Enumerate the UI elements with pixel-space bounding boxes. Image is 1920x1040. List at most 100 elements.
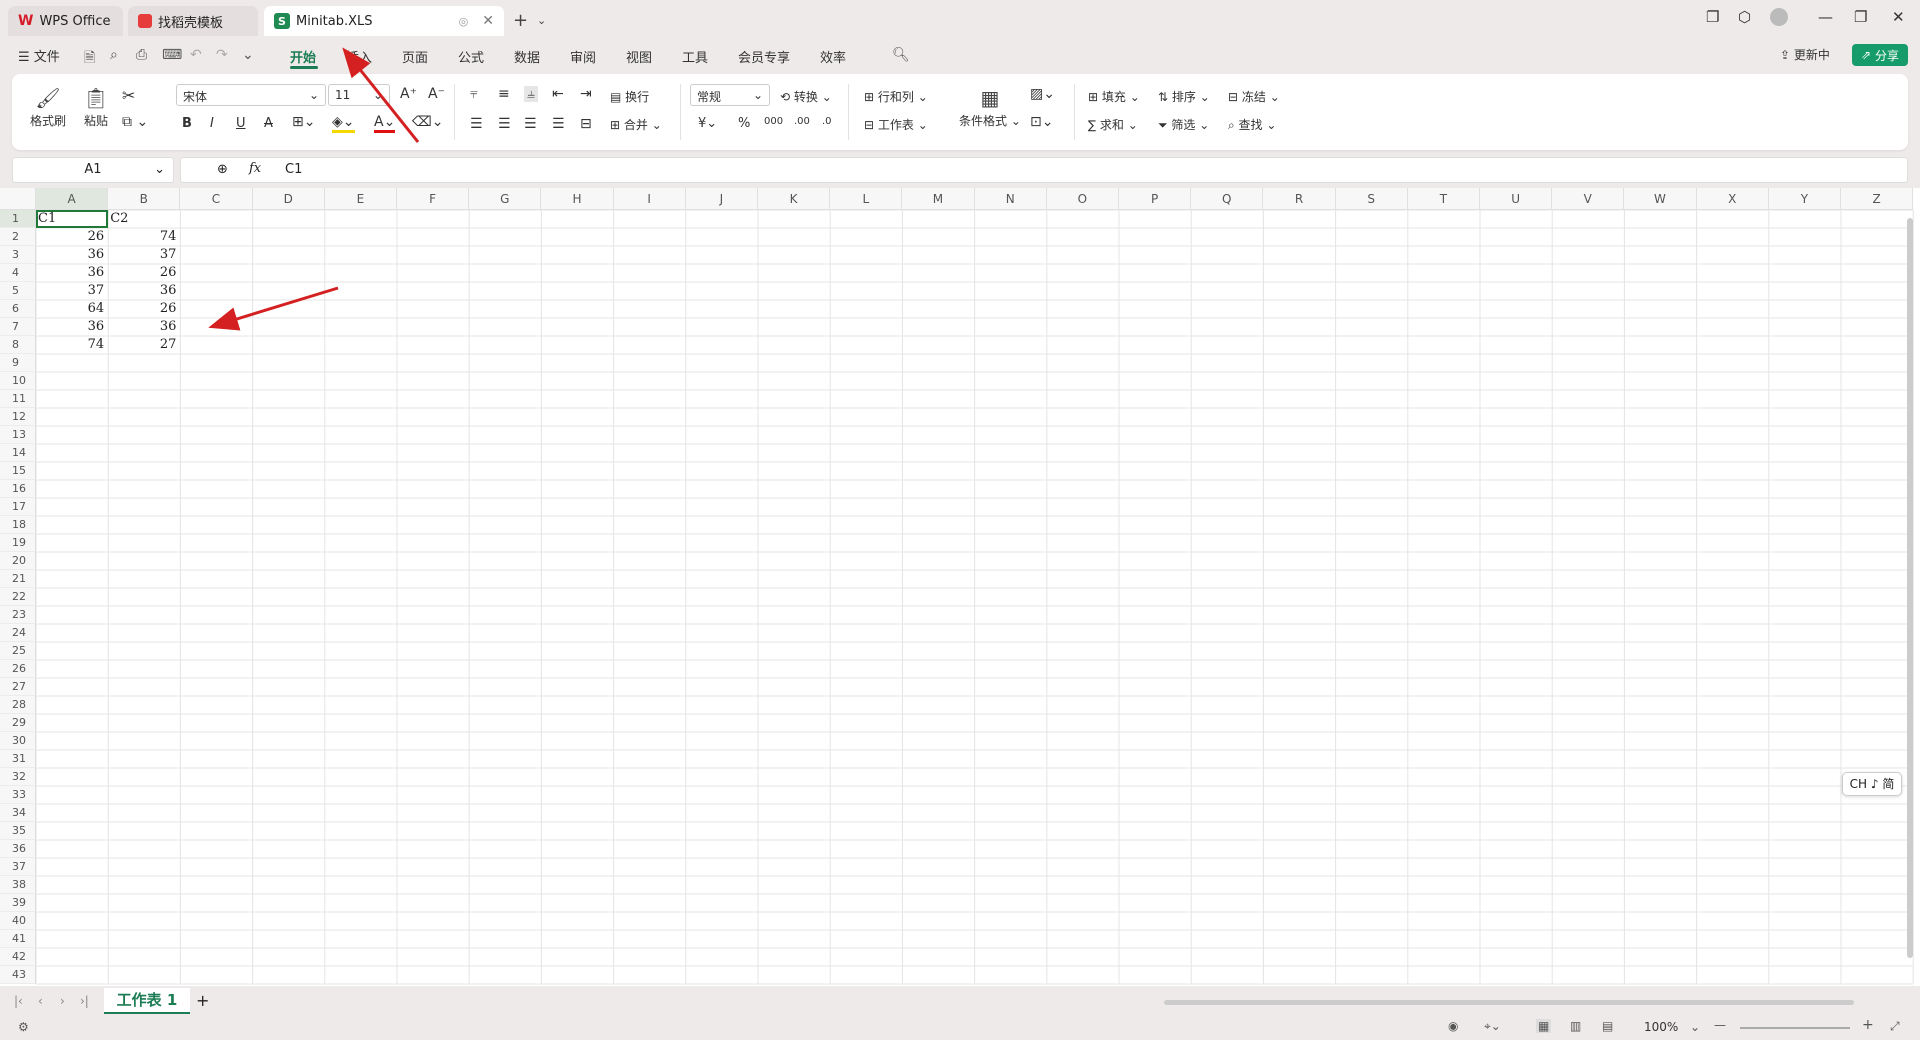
cell-A5[interactable]: 37: [38, 282, 105, 300]
distribute-icon[interactable]: ⊟: [580, 116, 592, 132]
row-header-19[interactable]: 19: [0, 534, 36, 552]
cell-B7[interactable]: 36: [110, 318, 177, 336]
align-bottom-icon[interactable]: ⫨: [524, 86, 538, 102]
ime-indicator[interactable]: CH ♪ 简: [1842, 772, 1902, 796]
formula-input[interactable]: ⊕ fx C1: [180, 157, 1908, 183]
clear-format-icon[interactable]: ⌫⌄: [412, 114, 444, 130]
row-header-1[interactable]: 1: [0, 210, 36, 228]
conditional-format-button[interactable]: ▦ 条件格式 ⌄: [958, 86, 1022, 129]
cell-A7[interactable]: 36: [38, 318, 105, 336]
row-header-7[interactable]: 7: [0, 318, 36, 336]
currency-icon[interactable]: ¥⌄: [698, 116, 717, 131]
menu-home[interactable]: 开始: [290, 47, 316, 66]
avatar[interactable]: [1770, 8, 1788, 26]
locate-icon[interactable]: ⌖⌄: [1484, 1019, 1501, 1034]
zoom-chevron-icon[interactable]: ⌄: [1690, 1020, 1700, 1034]
normal-view-icon[interactable]: ▦: [1536, 1019, 1552, 1033]
row-header-29[interactable]: 29: [0, 714, 36, 732]
underline-icon[interactable]: U: [236, 116, 246, 131]
cut-icon[interactable]: ✂: [122, 86, 135, 105]
row-header-13[interactable]: 13: [0, 426, 36, 444]
row-header-23[interactable]: 23: [0, 606, 36, 624]
first-sheet-icon[interactable]: |‹: [14, 994, 23, 1008]
cell-B2[interactable]: 74: [110, 228, 177, 246]
cell-style-icon[interactable]: ⊡⌄: [1030, 114, 1053, 130]
table-style-icon[interactable]: ▨⌄: [1030, 86, 1055, 102]
row-header-2[interactable]: 2: [0, 228, 36, 246]
restore-icon[interactable]: ❐: [1854, 8, 1867, 26]
paste-button[interactable]: 📋︎ 粘贴: [76, 86, 116, 129]
fill-color-icon[interactable]: ◈⌄: [332, 114, 355, 133]
align-middle-icon[interactable]: ≡: [498, 86, 510, 102]
row-header-41[interactable]: 41: [0, 930, 36, 948]
thousands-icon[interactable]: 000: [764, 116, 783, 127]
sheet-tab-active[interactable]: 工作表 1: [104, 988, 190, 1014]
name-box[interactable]: A1 ⌄: [12, 157, 174, 183]
sum-button[interactable]: ∑ 求和 ⌄: [1088, 116, 1138, 133]
row-header-16[interactable]: 16: [0, 480, 36, 498]
cell-B1[interactable]: C2: [110, 210, 176, 228]
search-doc-icon[interactable]: ⌕: [110, 47, 118, 63]
cell-A4[interactable]: 36: [38, 264, 105, 282]
rows-cols-button[interactable]: ⊞ 行和列 ⌄: [864, 88, 928, 105]
decimal-decrease-icon[interactable]: .0: [822, 116, 832, 127]
worksheet-button[interactable]: ⊟ 工作表 ⌄: [864, 116, 928, 133]
tab-wps-office[interactable]: W WPS Office: [8, 6, 123, 36]
strikethrough-icon[interactable]: A: [264, 116, 273, 131]
menu-member[interactable]: 会员专享: [738, 47, 790, 66]
file-menu[interactable]: ☰ 文件: [18, 46, 60, 65]
wrap-button[interactable]: ▤ 换行: [610, 88, 649, 105]
redo-icon[interactable]: ↷: [216, 47, 228, 63]
horizontal-scrollbar[interactable]: [1164, 1000, 1854, 1005]
cell-B6[interactable]: 26: [110, 300, 177, 318]
eye-protect-icon[interactable]: ◉: [1448, 1019, 1458, 1033]
font-name-select[interactable]: 宋体 ⌄: [176, 84, 326, 106]
bold-icon[interactable]: B: [182, 116, 192, 131]
row-header-42[interactable]: 42: [0, 948, 36, 966]
page-layout-icon[interactable]: ▥: [1570, 1019, 1581, 1033]
menu-tools[interactable]: 工具: [682, 47, 708, 66]
cell-B3[interactable]: 37: [110, 246, 177, 264]
percent-icon[interactable]: %: [738, 116, 750, 131]
row-header-36[interactable]: 36: [0, 840, 36, 858]
pin-icon[interactable]: ◎: [459, 15, 469, 28]
merge-button[interactable]: ⊞ 合并 ⌄: [610, 116, 662, 133]
copy-icon[interactable]: ⧉ ⌄: [122, 114, 148, 130]
indent-decrease-icon[interactable]: ⇤: [552, 86, 564, 102]
fill-button[interactable]: ⊞ 填充 ⌄: [1088, 88, 1140, 105]
cell-B5[interactable]: 36: [110, 282, 177, 300]
align-center-icon[interactable]: ☰: [498, 116, 511, 132]
zoom-out-icon[interactable]: —: [1714, 1018, 1726, 1032]
row-header-18[interactable]: 18: [0, 516, 36, 534]
spreadsheet-grid[interactable]: A B C D E F G H I J K L M N O P Q R S T U V W X Y Z 1 2 3 4 5 6 7 8 9 10 11 1…: [0, 188, 1920, 986]
menu-insert[interactable]: 插入: [346, 47, 372, 66]
row-header-32[interactable]: 32: [0, 768, 36, 786]
cube-icon[interactable]: ⬡: [1738, 8, 1751, 26]
align-right-icon[interactable]: ☰: [524, 116, 537, 132]
tab-template[interactable]: 找稻壳模板: [128, 6, 258, 36]
row-header-25[interactable]: 25: [0, 642, 36, 660]
row-header-35[interactable]: 35: [0, 822, 36, 840]
cell-A3[interactable]: 36: [38, 246, 105, 264]
undo-icon[interactable]: ↶: [190, 47, 202, 63]
minimize-icon[interactable]: —: [1818, 8, 1833, 26]
indent-increase-icon[interactable]: ⇥: [580, 86, 592, 102]
row-header-12[interactable]: 12: [0, 408, 36, 426]
close-window-icon[interactable]: ✕: [1892, 8, 1905, 26]
row-header-33[interactable]: 33: [0, 786, 36, 804]
page-break-icon[interactable]: ▤: [1602, 1019, 1613, 1033]
font-color-icon[interactable]: A⌄: [374, 114, 396, 133]
chevron-down-icon[interactable]: ⌄: [537, 14, 546, 27]
vertical-scrollbar[interactable]: [1907, 218, 1913, 958]
zoom-in-icon[interactable]: +: [1862, 1017, 1874, 1033]
row-header-34[interactable]: 34: [0, 804, 36, 822]
filter-button[interactable]: ⏷ 筛选 ⌄: [1158, 116, 1209, 133]
row-header-31[interactable]: 31: [0, 750, 36, 768]
row-header-27[interactable]: 27: [0, 678, 36, 696]
menu-data[interactable]: 数据: [514, 47, 540, 66]
row-header-11[interactable]: 11: [0, 390, 36, 408]
menu-view[interactable]: 视图: [626, 47, 652, 66]
row-header-9[interactable]: 9: [0, 354, 36, 372]
row-header-4[interactable]: 4: [0, 264, 36, 282]
font-size-select[interactable]: 11 ⌄: [328, 84, 390, 106]
